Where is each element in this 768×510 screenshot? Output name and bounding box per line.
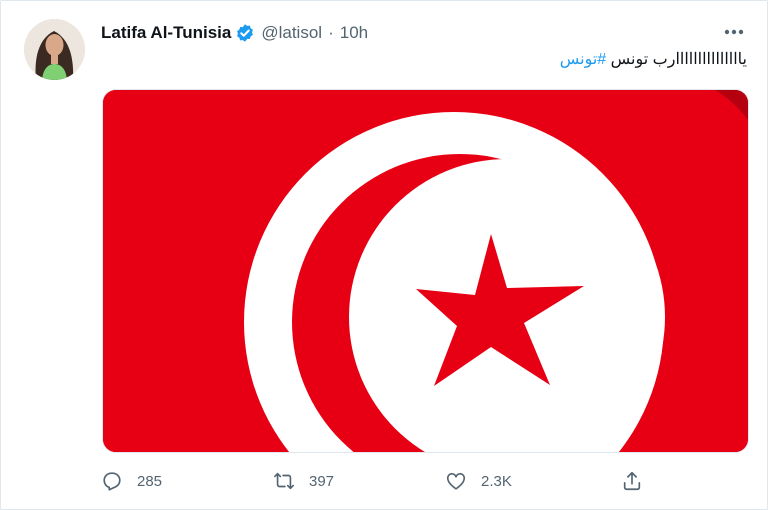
tweet-card[interactable]: Latifa Al-Tunisia @latisol · 10h ياااااا… xyxy=(0,0,768,510)
author-name[interactable]: Latifa Al-Tunisia xyxy=(101,23,231,43)
retweet-count: 397 xyxy=(309,472,335,490)
tweet-text: يااااااااااااااارب تونس #تونس xyxy=(560,49,747,69)
reply-button[interactable]: 285 xyxy=(101,467,162,495)
avatar[interactable] xyxy=(24,19,85,80)
retweet-button[interactable]: 397 xyxy=(273,467,334,495)
tweet-media[interactable] xyxy=(102,89,749,453)
hashtag-link[interactable]: #تونس xyxy=(560,51,606,68)
share-icon xyxy=(623,471,641,491)
like-button[interactable]: 2.3K xyxy=(445,467,512,495)
share-button[interactable] xyxy=(621,467,643,495)
retweet-icon xyxy=(274,472,294,490)
tweet-text-body: يااااااااااااااارب تونس xyxy=(606,51,747,68)
more-icon[interactable] xyxy=(721,19,747,45)
author-handle[interactable]: @latisol xyxy=(261,23,322,43)
tweet-timestamp[interactable]: 10h xyxy=(340,23,368,43)
reply-icon xyxy=(103,472,121,491)
reply-count: 285 xyxy=(137,472,163,490)
tweet-header: Latifa Al-Tunisia @latisol · 10h xyxy=(101,21,368,45)
verified-badge-icon xyxy=(235,23,255,43)
tunisia-flag-image xyxy=(103,90,748,452)
separator-dot: · xyxy=(328,23,334,42)
like-count: 2.3K xyxy=(481,472,512,490)
avatar-image xyxy=(24,19,85,80)
like-icon xyxy=(446,473,466,490)
action-bar: 285 397 2.3K xyxy=(101,467,647,495)
